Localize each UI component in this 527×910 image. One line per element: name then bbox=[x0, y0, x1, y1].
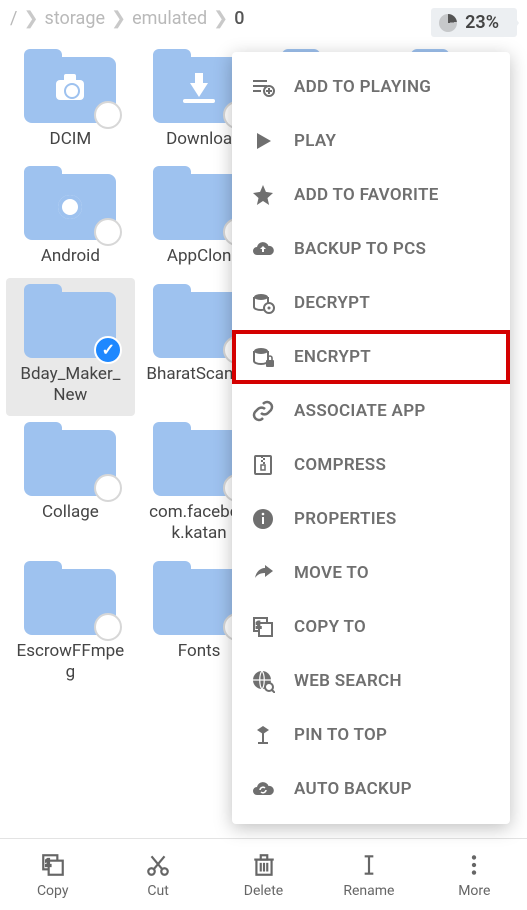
menu-label: DECRYPT bbox=[294, 293, 370, 313]
menu-label: ENCRYPT bbox=[294, 347, 371, 367]
folder-label: Bday_Maker_New bbox=[16, 364, 124, 407]
bottom-action-bar: 1 Copy Cut Delete Rename More bbox=[0, 838, 527, 910]
chevron-right-icon: ❯ bbox=[111, 8, 126, 29]
pin-icon bbox=[250, 722, 276, 748]
action-copy[interactable]: 1 Copy bbox=[0, 839, 105, 910]
action-label: Rename bbox=[343, 883, 394, 899]
action-cut[interactable]: Cut bbox=[105, 839, 210, 910]
breadcrumb-current[interactable]: 0 bbox=[234, 8, 244, 29]
menu-label: WEB SEARCH bbox=[294, 671, 402, 691]
menu-auto-backup[interactable]: AUTO BACKUP bbox=[232, 762, 510, 816]
cloud-up-icon bbox=[250, 236, 276, 262]
status-dot-icon bbox=[94, 474, 122, 502]
status-dot-icon bbox=[94, 101, 122, 129]
more-icon bbox=[461, 851, 487, 879]
breadcrumb-seg[interactable]: emulated bbox=[132, 8, 207, 29]
copy-1-icon: 1 bbox=[250, 614, 276, 640]
folder-label: DCIM bbox=[50, 129, 92, 150]
play-icon bbox=[250, 128, 276, 154]
folder-item[interactable]: DCIM bbox=[6, 43, 135, 160]
link-icon bbox=[250, 398, 276, 424]
folder-item[interactable]: Collage bbox=[6, 416, 135, 555]
svg-text:1: 1 bbox=[256, 620, 261, 630]
svg-text:1: 1 bbox=[45, 858, 51, 869]
menu-encrypt[interactable]: ENCRYPT bbox=[232, 330, 510, 384]
chevron-right-icon: ❯ bbox=[213, 8, 228, 29]
menu-play[interactable]: PLAY bbox=[232, 114, 510, 168]
rename-icon bbox=[356, 851, 382, 879]
cloud-sync-icon bbox=[250, 776, 276, 802]
storage-percent: 23% bbox=[465, 12, 499, 33]
folder-item[interactable]: Android bbox=[6, 160, 135, 277]
db-lock-icon bbox=[250, 344, 276, 370]
breadcrumb-seg[interactable]: storage bbox=[45, 8, 105, 29]
menu-label: COPY TO bbox=[294, 617, 366, 637]
folder-icon: ✓ bbox=[24, 284, 116, 358]
folder-item[interactable]: ✓ Bday_Maker_New bbox=[6, 278, 135, 417]
action-label: Delete bbox=[244, 883, 283, 899]
folder-label: Collage bbox=[42, 502, 99, 523]
menu-label: AUTO BACKUP bbox=[294, 779, 412, 799]
menu-move-to[interactable]: MOVE TO bbox=[232, 546, 510, 600]
info-icon bbox=[250, 506, 276, 532]
status-dot-icon bbox=[94, 218, 122, 246]
folder-icon bbox=[24, 49, 116, 123]
menu-label: ADD TO PLAYING bbox=[294, 77, 431, 97]
folder-icon bbox=[24, 166, 116, 240]
menu-label: BACKUP TO PCS bbox=[294, 239, 426, 259]
folder-icon bbox=[24, 561, 116, 635]
menu-decrypt[interactable]: DECRYPT bbox=[232, 276, 510, 330]
status-dot-icon bbox=[94, 613, 122, 641]
menu-web-search[interactable]: WEB SEARCH bbox=[232, 654, 510, 708]
folder-label: Android bbox=[41, 246, 100, 267]
menu-copy-to[interactable]: 1 COPY TO bbox=[232, 600, 510, 654]
menu-label: ADD TO FAVORITE bbox=[294, 185, 439, 205]
playlist-add-icon bbox=[250, 74, 276, 100]
action-delete[interactable]: Delete bbox=[211, 839, 316, 910]
db-unlock-icon bbox=[250, 290, 276, 316]
pie-chart-icon bbox=[439, 14, 457, 32]
folder-label: EscrowFFmpeg bbox=[16, 641, 124, 684]
action-label: Cut bbox=[147, 883, 168, 899]
globe-search-icon bbox=[250, 668, 276, 694]
copy-icon: 1 bbox=[40, 851, 66, 879]
menu-label: PROPERTIES bbox=[294, 509, 397, 529]
menu-add-to-playing[interactable]: ADD TO PLAYING bbox=[232, 60, 510, 114]
menu-label: MOVE TO bbox=[294, 563, 369, 583]
delete-icon bbox=[251, 851, 277, 879]
breadcrumb-root[interactable]: / bbox=[10, 8, 17, 29]
check-icon: ✓ bbox=[94, 336, 122, 364]
folder-label: AppClon bbox=[167, 246, 231, 267]
zip-icon bbox=[250, 452, 276, 478]
folder-icon bbox=[24, 422, 116, 496]
cut-icon bbox=[145, 851, 171, 879]
menu-add-to-favorite[interactable]: ADD TO FAVORITE bbox=[232, 168, 510, 222]
storage-usage-badge[interactable]: 23% bbox=[431, 8, 517, 37]
action-more[interactable]: More bbox=[422, 839, 527, 910]
action-label: Copy bbox=[37, 883, 69, 899]
menu-pin-to-top[interactable]: PIN TO TOP bbox=[232, 708, 510, 762]
action-rename[interactable]: Rename bbox=[316, 839, 421, 910]
folder-label: Fonts bbox=[178, 641, 221, 662]
menu-label: PIN TO TOP bbox=[294, 725, 387, 745]
menu-compress[interactable]: COMPRESS bbox=[232, 438, 510, 492]
menu-label: PLAY bbox=[294, 131, 336, 151]
menu-label: ASSOCIATE APP bbox=[294, 401, 426, 421]
forward-icon bbox=[250, 560, 276, 586]
folder-item[interactable]: EscrowFFmpeg bbox=[6, 555, 135, 694]
menu-properties[interactable]: PROPERTIES bbox=[232, 492, 510, 546]
chevron-right-icon: ❯ bbox=[23, 8, 38, 29]
context-menu: ADD TO PLAYING PLAY ADD TO FAVORITE BACK… bbox=[232, 52, 510, 824]
menu-associate-app[interactable]: ASSOCIATE APP bbox=[232, 384, 510, 438]
menu-backup-to-pcs[interactable]: BACKUP TO PCS bbox=[232, 222, 510, 276]
star-icon bbox=[250, 182, 276, 208]
menu-label: COMPRESS bbox=[294, 455, 386, 475]
action-label: More bbox=[458, 883, 490, 899]
folder-label: Downloa bbox=[166, 129, 232, 150]
